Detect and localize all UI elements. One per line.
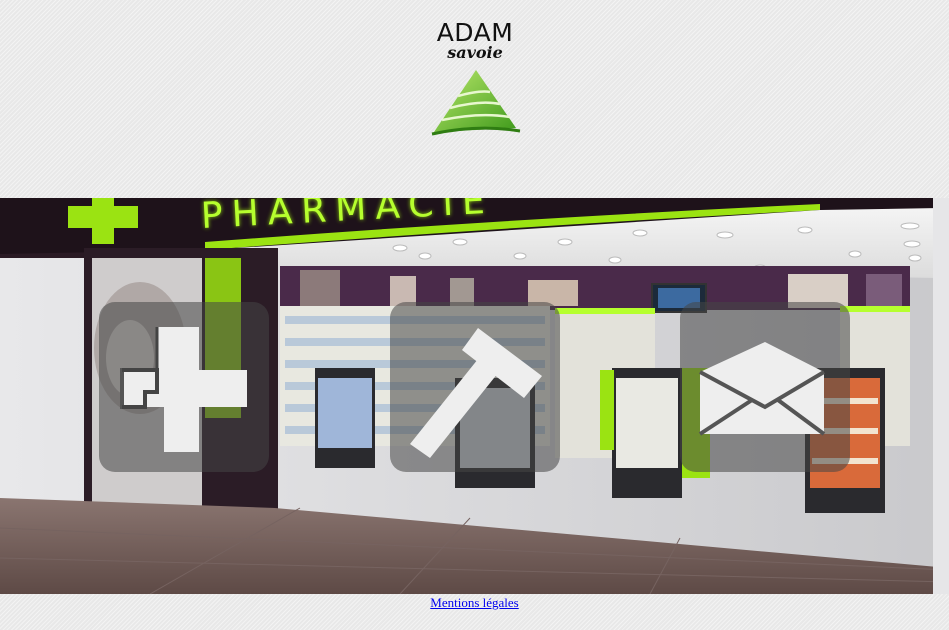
green-tree-icon [431,70,521,136]
services-tile-button[interactable] [390,302,560,472]
pharmacy-cross-icon [120,327,247,452]
legal-notice-link[interactable]: Mentions légales [0,595,949,611]
envelope-icon [698,342,826,436]
contact-tile-button[interactable] [680,302,850,472]
brand-tagline: savoie [447,43,503,62]
page: ADAM savoie PHARMACIE Mentions légales [0,0,949,630]
hero-banner: PHARMACIE [0,198,949,594]
hammer-icon [410,328,542,458]
pharmacy-tile-button[interactable] [99,302,269,472]
brand-logo[interactable]: ADAM savoie [420,14,530,142]
footer: Mentions légales [0,594,949,630]
